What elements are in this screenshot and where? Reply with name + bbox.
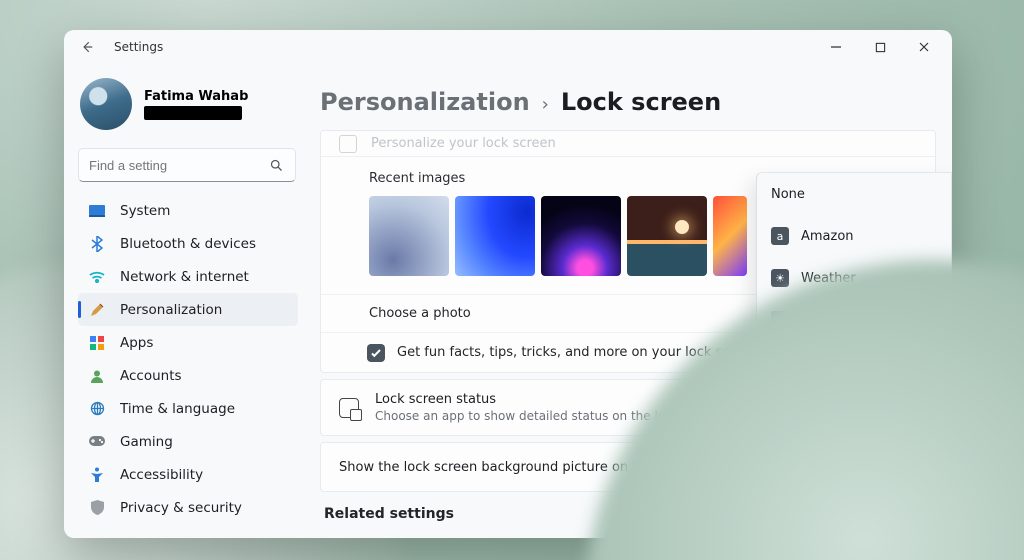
sidebar-nav: System Bluetooth & devices Network & int…	[78, 194, 298, 524]
wifi-icon	[88, 268, 106, 286]
shield-icon	[88, 499, 106, 517]
weather-icon: ☀	[771, 269, 789, 287]
sidebar-item-privacy[interactable]: Privacy & security	[78, 491, 298, 524]
fun-facts-row[interactable]: Get fun facts, tips, tricks, and more on…	[321, 332, 935, 372]
recent-image-thumb[interactable]	[713, 196, 747, 276]
window-close-button[interactable]	[902, 30, 946, 64]
sidebar-item-bluetooth[interactable]: Bluetooth & devices	[78, 227, 298, 260]
picture-icon	[339, 135, 357, 153]
sidebar-item-label: Accessibility	[120, 467, 203, 483]
dropdown-option-label: Xbox Console Companion	[798, 305, 937, 335]
recent-image-thumb[interactable]	[369, 196, 449, 276]
dropdown-option-none[interactable]: None	[757, 173, 951, 215]
profile-name: Fatima Wahab	[144, 89, 248, 104]
sidebar-item-label: Personalization	[120, 302, 222, 318]
app-title: Settings	[114, 40, 163, 54]
paintbrush-icon	[88, 301, 106, 319]
dropdown-option-label: Amazon	[801, 229, 854, 244]
sidebar-item-label: Bluetooth & devices	[120, 236, 256, 252]
breadcrumb-parent[interactable]: Personalization	[320, 88, 530, 116]
breadcrumb: Personalization › Lock screen	[320, 88, 936, 116]
dropdown-option-label: None	[771, 187, 805, 202]
signin-background-row: Show the lock screen background picture …	[320, 442, 936, 492]
search-input[interactable]	[89, 158, 269, 173]
sidebar: Fatima Wahab System Bluetooth & devices	[64, 64, 312, 538]
sidebar-item-label: Gaming	[120, 434, 173, 450]
toggle-state-label: On	[847, 460, 865, 475]
gaming-icon	[88, 433, 106, 451]
dropdown-option-mail[interactable]: ✉ Mail	[757, 341, 951, 383]
choose-photo-row[interactable]: Choose a photo	[321, 294, 935, 332]
sidebar-item-label: Accounts	[120, 368, 182, 384]
profile-block[interactable]: Fatima Wahab	[80, 78, 296, 130]
main-panel: Personalization › Lock screen Personaliz…	[312, 64, 952, 538]
dropdown-option-calendar[interactable]: ▦ Calendar	[757, 425, 951, 467]
window-maximize-button[interactable]	[858, 30, 902, 64]
sidebar-item-label: Apps	[120, 335, 153, 351]
sidebar-item-gaming[interactable]: Gaming	[78, 425, 298, 458]
sidebar-item-system[interactable]: System	[78, 194, 298, 227]
titlebar: Settings	[64, 30, 952, 64]
recent-image-thumb[interactable]	[627, 196, 707, 276]
apps-icon	[88, 334, 106, 352]
status-app-dropdown: None a Amazon ☀ Weather ✕ Xbox Console C…	[756, 172, 952, 468]
dropdown-option-label: Calendar	[801, 439, 859, 454]
dropdown-option-label: 3D Viewer	[801, 397, 868, 412]
sidebar-item-network[interactable]: Network & internet	[78, 260, 298, 293]
sidebar-item-time-language[interactable]: Time & language	[78, 392, 298, 425]
personalize-lockscreen-label: Personalize your lock screen	[371, 136, 556, 151]
sidebar-item-personalization[interactable]: Personalization	[78, 293, 298, 326]
settings-window: Settings Fatima Wahab	[64, 30, 952, 538]
lockscreen-status-card[interactable]: Lock screen status Choose an app to show…	[320, 379, 936, 436]
dropdown-option-3dviewer[interactable]: ◧ 3D Viewer	[757, 383, 951, 425]
recent-image-thumb[interactable]	[455, 196, 535, 276]
window-minimize-button[interactable]	[814, 30, 858, 64]
bluetooth-icon	[88, 235, 106, 253]
status-app-icon	[339, 398, 359, 418]
signin-background-label: Show the lock screen background picture …	[339, 460, 749, 475]
chevron-right-icon: ›	[542, 94, 549, 115]
xbox-icon: ✕	[771, 311, 786, 329]
choose-photo-label: Choose a photo	[369, 306, 471, 321]
accounts-icon	[88, 367, 106, 385]
amazon-icon: a	[771, 227, 789, 245]
search-icon	[269, 158, 285, 173]
globe-clock-icon	[88, 400, 106, 418]
back-icon[interactable]	[80, 39, 96, 55]
recent-image-thumb[interactable]	[541, 196, 621, 276]
dropdown-option-amazon[interactable]: a Amazon	[757, 215, 951, 257]
search-box[interactable]	[78, 148, 296, 182]
cube-icon: ◧	[771, 395, 789, 413]
dropdown-option-label: Mail	[801, 355, 827, 370]
mail-icon: ✉	[771, 353, 789, 371]
calendar-icon: ▦	[771, 437, 789, 455]
dropdown-option-weather[interactable]: ☀ Weather	[757, 257, 951, 299]
signin-background-toggle[interactable]	[877, 457, 917, 477]
avatar	[80, 78, 132, 130]
lockscreen-status-title: Lock screen status	[375, 392, 722, 407]
sidebar-item-accounts[interactable]: Accounts	[78, 359, 298, 392]
accessibility-icon	[88, 466, 106, 484]
dropdown-option-label: Weather	[801, 271, 856, 286]
dropdown-option-xbox[interactable]: ✕ Xbox Console Companion	[757, 299, 951, 341]
sidebar-item-accessibility[interactable]: Accessibility	[78, 458, 298, 491]
sidebar-item-label: System	[120, 203, 170, 219]
profile-email-redacted	[144, 106, 242, 120]
fun-facts-checkbox[interactable]	[367, 344, 385, 362]
lockscreen-status-subtitle: Choose an app to show detailed status on…	[375, 409, 722, 423]
sidebar-item-apps[interactable]: Apps	[78, 326, 298, 359]
personalize-lockscreen-header[interactable]: Personalize your lock screen	[321, 131, 935, 157]
related-settings-heading: Related settings	[324, 506, 936, 522]
system-icon	[88, 202, 106, 220]
fun-facts-label: Get fun facts, tips, tricks, and more on…	[397, 345, 759, 360]
sidebar-item-label: Network & internet	[120, 269, 249, 285]
breadcrumb-current: Lock screen	[561, 88, 721, 116]
sidebar-item-label: Time & language	[120, 401, 235, 417]
sidebar-item-label: Privacy & security	[120, 500, 242, 516]
